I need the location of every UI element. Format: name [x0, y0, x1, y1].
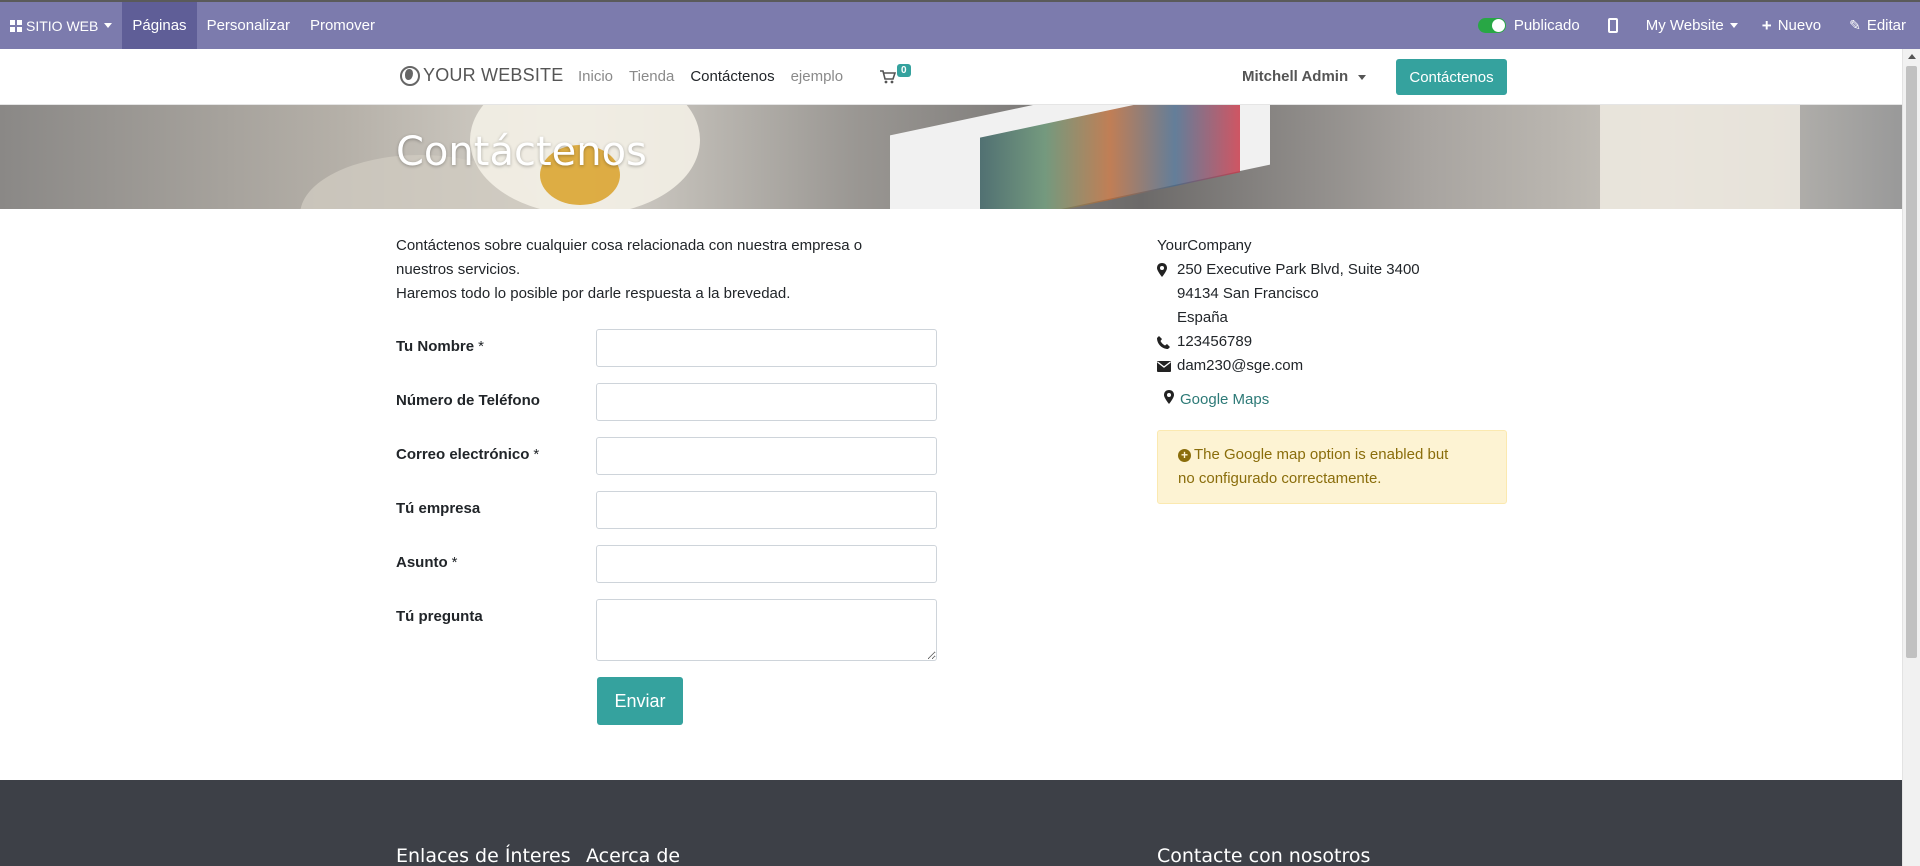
logo-text: YOUR WEBSITE: [423, 65, 564, 85]
company-info: YourCompany 250 Executive Park Blvd, Sui…: [1157, 234, 1420, 378]
menu-promover[interactable]: Promover: [300, 2, 385, 49]
banner-decoration: [1600, 105, 1800, 209]
question-textarea[interactable]: [596, 599, 937, 661]
main-nav: Inicio Tienda Contáctenos ejemplo: [578, 68, 843, 85]
publish-toggle[interactable]: Publicado: [1468, 2, 1590, 49]
nav-item-contactenos[interactable]: Contáctenos: [690, 68, 774, 85]
cart-count-badge: 0: [897, 64, 911, 77]
phone: 123456789: [1177, 333, 1253, 350]
footer-heading-contact: Contacte con nosotros: [1157, 845, 1371, 866]
map-marker-icon: [1157, 263, 1173, 277]
website-switcher[interactable]: My Website: [1636, 2, 1748, 49]
toggle-icon: [1477, 18, 1506, 33]
form-row-phone: Número de Teléfono: [396, 383, 937, 421]
plus-icon: +: [1761, 15, 1772, 35]
apps-menu-button[interactable]: SITIO WEB: [0, 2, 122, 49]
website-label: My Website: [1645, 17, 1724, 34]
subject-input[interactable]: [596, 545, 937, 583]
footer-heading-links: Enlaces de Ínteres: [396, 845, 571, 866]
email-line: dam230@sge.com: [1157, 354, 1420, 378]
cart-button[interactable]: 0: [880, 64, 911, 88]
phone-input[interactable]: [596, 383, 937, 421]
apps-label: SITIO WEB: [26, 17, 99, 34]
form-row-name: Tu Nombre *: [396, 329, 937, 367]
site-footer: Enlaces de Ínteres Acerca de Contacte co…: [0, 780, 1902, 866]
field-label: Asunto *: [396, 554, 458, 571]
chevron-down-icon: [1358, 74, 1367, 80]
field-label: Número de Teléfono: [396, 392, 540, 409]
submit-button[interactable]: Enviar: [597, 677, 683, 725]
map-warning-alert: + The Google map option is enabled but no…: [1157, 430, 1507, 504]
city: 94134 San Francisco: [1177, 285, 1319, 302]
footer-heading-about: Acerca de: [586, 845, 681, 866]
menu-personalizar[interactable]: Personalizar: [197, 2, 300, 49]
alert-text-1: The Google map option is enabled but: [1194, 446, 1449, 463]
user-menu[interactable]: Mitchell Admin: [1242, 68, 1367, 85]
mobile-icon: [1607, 18, 1618, 33]
email-input[interactable]: [596, 437, 937, 475]
email: dam230@sge.com: [1177, 357, 1304, 374]
intro-text: Contáctenos sobre cualquier cosa relacio…: [396, 234, 916, 306]
edit-button[interactable]: ✎ Editar: [1835, 2, 1920, 49]
intro-line-2: Haremos todo lo posible por darle respue…: [396, 285, 791, 302]
scroll-up-arrow-icon[interactable]: [1908, 54, 1916, 59]
google-maps-link[interactable]: Google Maps: [1180, 391, 1269, 408]
alert-text-2: no configurado correctamente.: [1178, 470, 1382, 487]
envelope-icon: [1157, 360, 1173, 372]
intro-line-1: Contáctenos sobre cualquier cosa relacio…: [396, 237, 863, 278]
map-marker-icon: [1164, 390, 1174, 408]
cart-icon: [880, 70, 896, 84]
site-header: YOUR WEBSITE Inicio Tienda Contáctenos e…: [0, 49, 1902, 105]
contact-cta-button[interactable]: Contáctenos: [1396, 59, 1507, 95]
user-name: Mitchell Admin: [1242, 68, 1349, 85]
mobile-preview-button[interactable]: [1590, 2, 1636, 49]
company-name: YourCompany: [1157, 237, 1252, 254]
phone-line: 123456789: [1157, 330, 1420, 354]
company-input[interactable]: [596, 491, 937, 529]
form-row-email: Correo electrónico *: [396, 437, 937, 475]
form-row-company: Tú empresa: [396, 491, 937, 529]
google-maps-link-row: Google Maps: [1164, 390, 1269, 408]
pencil-icon: ✎: [1849, 17, 1861, 33]
field-label: Tú empresa: [396, 500, 481, 517]
menu-paginas[interactable]: Páginas: [122, 2, 197, 49]
plus-circle-icon: +: [1178, 449, 1191, 462]
phone-icon: [1157, 335, 1173, 349]
nav-item-tienda[interactable]: Tienda: [629, 68, 674, 85]
new-button[interactable]: + Nuevo: [1748, 2, 1835, 49]
scrollbar-thumb[interactable]: [1906, 66, 1917, 658]
address-line: 250 Executive Park Blvd, Suite 3400: [1157, 258, 1420, 282]
globe-icon: [400, 65, 420, 86]
edit-label: Editar: [1866, 17, 1906, 34]
page-scrollbar[interactable]: [1902, 49, 1920, 866]
nav-item-inicio[interactable]: Inicio: [578, 68, 613, 85]
street: 250 Executive Park Blvd, Suite 3400: [1177, 261, 1420, 278]
form-row-question: Tú pregunta: [396, 599, 937, 661]
form-row-subject: Asunto *: [396, 545, 937, 583]
apps-grid-icon: [10, 19, 22, 32]
chevron-down-icon: [1729, 23, 1738, 28]
new-label: Nuevo: [1777, 17, 1822, 34]
admin-bar: SITIO WEB Páginas Personalizar Promover …: [0, 0, 1920, 49]
field-label: Correo electrónico *: [396, 446, 540, 463]
name-input[interactable]: [596, 329, 937, 367]
page-title: Contáctenos: [396, 129, 647, 175]
chevron-down-icon: [104, 23, 113, 28]
site-logo[interactable]: YOUR WEBSITE: [400, 65, 563, 86]
page-banner: Contáctenos: [0, 105, 1902, 209]
field-label: Tú pregunta: [396, 608, 483, 625]
nav-item-ejemplo[interactable]: ejemplo: [791, 68, 844, 85]
field-label: Tu Nombre *: [396, 338, 484, 355]
country: España: [1177, 309, 1228, 326]
published-label: Publicado: [1513, 17, 1580, 34]
